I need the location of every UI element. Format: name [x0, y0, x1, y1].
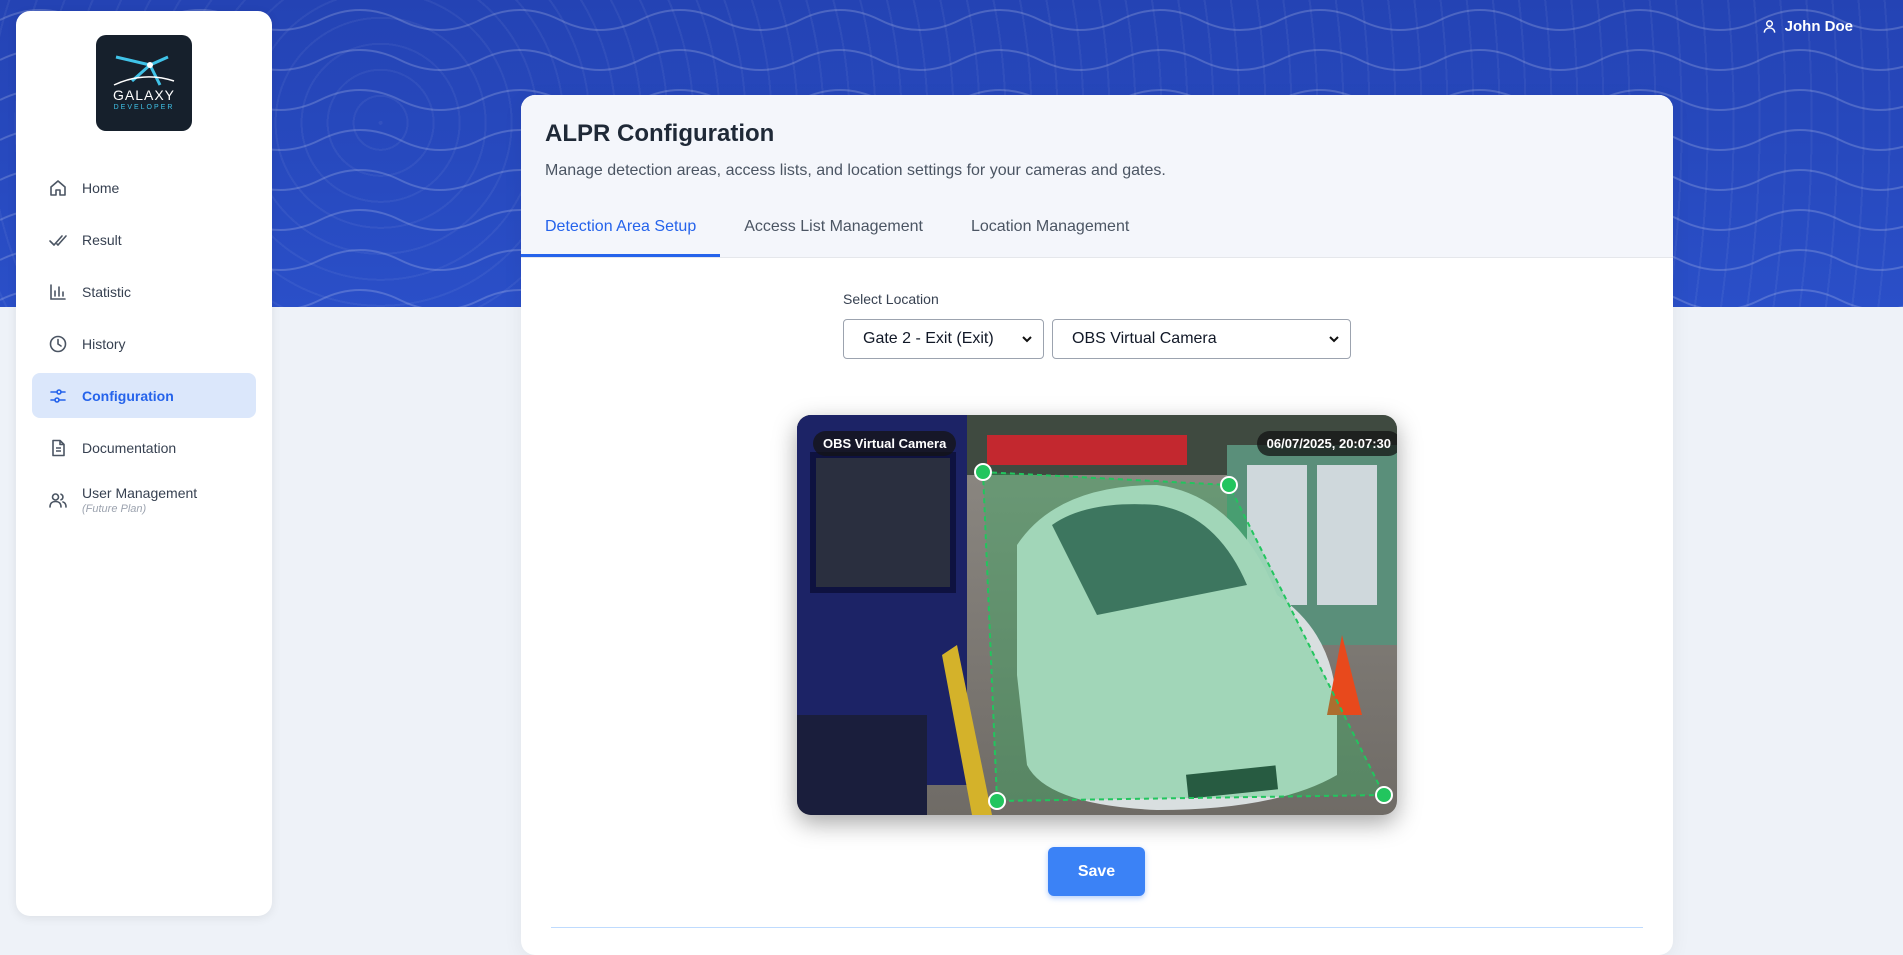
user-icon	[1763, 20, 1776, 33]
sidebar-item-label: User Management	[82, 484, 198, 501]
sidebar-item-result[interactable]: Result	[32, 217, 256, 262]
users-icon	[49, 492, 67, 508]
sidebar-item-user-management[interactable]: User Management (Future Plan)	[32, 477, 256, 522]
camera-select-value: OBS Virtual Camera	[1072, 330, 1217, 347]
user-menu[interactable]: John Doe	[1762, 18, 1853, 35]
save-button[interactable]: Save	[1048, 847, 1145, 896]
logo[interactable]: GALAXY DEVELOPER	[96, 35, 192, 131]
sidebar-item-statistic[interactable]: Statistic	[32, 269, 256, 314]
chevron-down-icon	[1022, 336, 1032, 343]
card-header: ALPR Configuration Manage detection area…	[521, 95, 1673, 258]
user-name: John Doe	[1784, 18, 1853, 35]
sidebar-item-history[interactable]: History	[32, 321, 256, 366]
tab-access-list-management[interactable]: Access List Management	[720, 203, 947, 257]
page-subtitle: Manage detection areas, access lists, an…	[545, 162, 1166, 179]
gate-select-value: Gate 2 - Exit (Exit)	[863, 330, 994, 347]
sidebar-item-label: Statistic	[82, 283, 132, 300]
camera-select[interactable]: OBS Virtual Camera	[1052, 319, 1351, 359]
configuration-card: ALPR Configuration Manage detection area…	[521, 95, 1673, 955]
sidebar-item-label: Home	[82, 179, 120, 196]
tab-bar: Detection Area Setup Access List Managem…	[521, 203, 1673, 258]
logo-subtitle: DEVELOPER	[113, 104, 175, 111]
bar-chart-icon	[50, 283, 66, 300]
sidebar-item-documentation[interactable]: Documentation	[32, 425, 256, 470]
tab-detection-area-setup[interactable]: Detection Area Setup	[521, 203, 721, 257]
sidebar-nav: Home Result Statistic History Configurat…	[32, 165, 256, 529]
sidebar-item-label: Documentation	[82, 439, 177, 456]
sidebar-item-sublabel: (Future Plan)	[82, 502, 147, 515]
page-title: ALPR Configuration	[545, 120, 775, 147]
gate-select[interactable]: Gate 2 - Exit (Exit)	[843, 319, 1044, 359]
double-check-icon	[49, 234, 67, 246]
camera-name-badge: OBS Virtual Camera	[813, 431, 957, 456]
select-location-label: Select Location	[843, 291, 939, 307]
camera-preview[interactable]: OBS Virtual Camera 06/07/2025, 20:07:30	[797, 415, 1397, 815]
sidebar: GALAXY DEVELOPER Home Result Statistic H…	[16, 11, 272, 916]
camera-frame	[797, 415, 1397, 815]
document-icon	[52, 439, 65, 456]
sidebar-item-label: History	[82, 335, 126, 352]
sliders-icon	[50, 388, 66, 403]
galaxy-logo-icon	[113, 55, 175, 86]
home-icon	[50, 179, 66, 196]
sidebar-item-label: Configuration	[82, 387, 174, 404]
tab-location-management[interactable]: Location Management	[947, 203, 1153, 257]
camera-timestamp-badge: 06/07/2025, 20:07:30	[1256, 431, 1397, 456]
clock-icon	[49, 335, 67, 352]
sidebar-item-label: Result	[82, 231, 122, 248]
chevron-down-icon	[1329, 336, 1339, 343]
sidebar-item-home[interactable]: Home	[32, 165, 256, 210]
sidebar-item-configuration[interactable]: Configuration	[32, 373, 256, 418]
